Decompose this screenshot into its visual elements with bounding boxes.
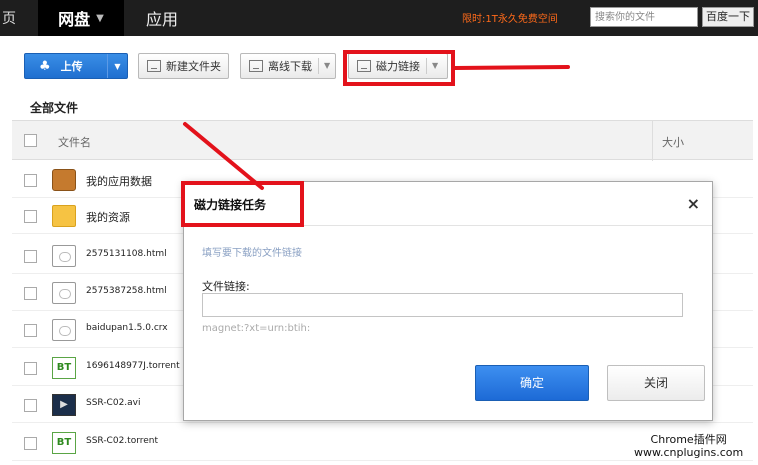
file-name[interactable]: 1696148977J.torrent — [86, 361, 180, 371]
bittorrent-icon: BT — [52, 357, 76, 379]
nav-netdisk-tab[interactable]: 网盘 ▼ — [38, 0, 124, 36]
search-button[interactable]: 百度一下 — [702, 7, 754, 27]
row-checkbox[interactable] — [24, 399, 37, 412]
annotation-box-magnet — [343, 50, 455, 86]
row-checkbox[interactable] — [24, 250, 37, 263]
new-folder-icon — [147, 60, 161, 72]
row-checkbox[interactable] — [24, 362, 37, 375]
new-folder-button[interactable]: 新建文件夹 — [138, 53, 229, 79]
magnet-example: magnet:?xt=urn:btih: — [202, 323, 311, 334]
watermark-line2: www.cnplugins.com — [634, 446, 744, 459]
dialog-hint: 填写要下载的文件链接 — [202, 248, 302, 259]
file-name[interactable]: SSR-C02.avi — [86, 398, 141, 408]
file-name[interactable]: SSR-C02.torrent — [86, 436, 158, 446]
file-name[interactable]: 我的资源 — [86, 209, 130, 225]
close-icon[interactable]: × — [687, 194, 700, 213]
file-link-input[interactable] — [202, 293, 683, 317]
chevron-down-icon: ▼ — [96, 12, 104, 24]
video-icon: ▶ — [52, 394, 76, 416]
row-checkbox[interactable] — [24, 174, 37, 187]
breadcrumb: 全部文件 — [30, 101, 79, 115]
chevron-down-icon[interactable]: ▼ — [318, 58, 330, 74]
annotation-line-toolbar — [453, 65, 570, 70]
promo-link[interactable]: 限时:1T永久免费空间 — [462, 10, 558, 25]
search-input[interactable]: 搜索你的文件 — [590, 7, 698, 27]
row-checkbox[interactable] — [24, 210, 37, 223]
offline-download-button[interactable]: 离线下载 ▼ — [240, 53, 336, 79]
bittorrent-icon: BT — [52, 432, 76, 454]
upload-icon: ♣ — [39, 58, 51, 74]
watermark: Chrome插件网 www.cnplugins.com — [634, 433, 743, 459]
download-icon — [249, 60, 263, 72]
select-all-checkbox[interactable] — [24, 134, 37, 147]
nav-apps-tab[interactable]: 应用 — [146, 0, 178, 36]
annotation-box-dialog-title — [181, 181, 304, 227]
upload-button[interactable]: ♣ 上传 ▼ — [24, 53, 128, 79]
file-table-header: 文件名 大小 — [12, 120, 753, 161]
column-divider — [652, 121, 653, 161]
row-checkbox[interactable] — [24, 324, 37, 337]
document-icon — [52, 245, 76, 267]
row-checkbox[interactable] — [24, 287, 37, 300]
file-name[interactable]: 我的应用数据 — [86, 173, 152, 189]
column-header-size[interactable]: 大小 — [662, 134, 684, 150]
new-folder-label: 新建文件夹 — [166, 60, 221, 73]
file-link-label: 文件链接: — [202, 280, 250, 293]
upload-dropdown-toggle[interactable]: ▼ — [107, 54, 127, 78]
watermark-line1: Chrome插件网 — [650, 433, 727, 446]
nav-edge-label[interactable]: 页 — [2, 8, 16, 28]
file-name[interactable]: 2575131108.html — [86, 249, 167, 259]
confirm-button[interactable]: 确定 — [475, 365, 589, 401]
upload-label: 上传 — [60, 60, 83, 73]
file-name[interactable]: 2575387258.html — [86, 286, 167, 296]
briefcase-icon — [52, 169, 76, 191]
row-checkbox[interactable] — [24, 437, 37, 450]
top-nav-bar: 页 网盘 ▼ 应用 限时:1T永久免费空间 搜索你的文件 百度一下 — [0, 0, 758, 36]
offline-download-label: 离线下载 — [268, 60, 312, 73]
folder-icon — [52, 205, 76, 227]
document-icon — [52, 319, 76, 341]
file-name[interactable]: baidupan1.5.0.crx — [86, 323, 168, 333]
close-button[interactable]: 关闭 — [607, 365, 705, 401]
column-header-name[interactable]: 文件名 — [58, 134, 91, 150]
nav-netdisk-label: 网盘 — [58, 10, 91, 29]
document-icon — [52, 282, 76, 304]
